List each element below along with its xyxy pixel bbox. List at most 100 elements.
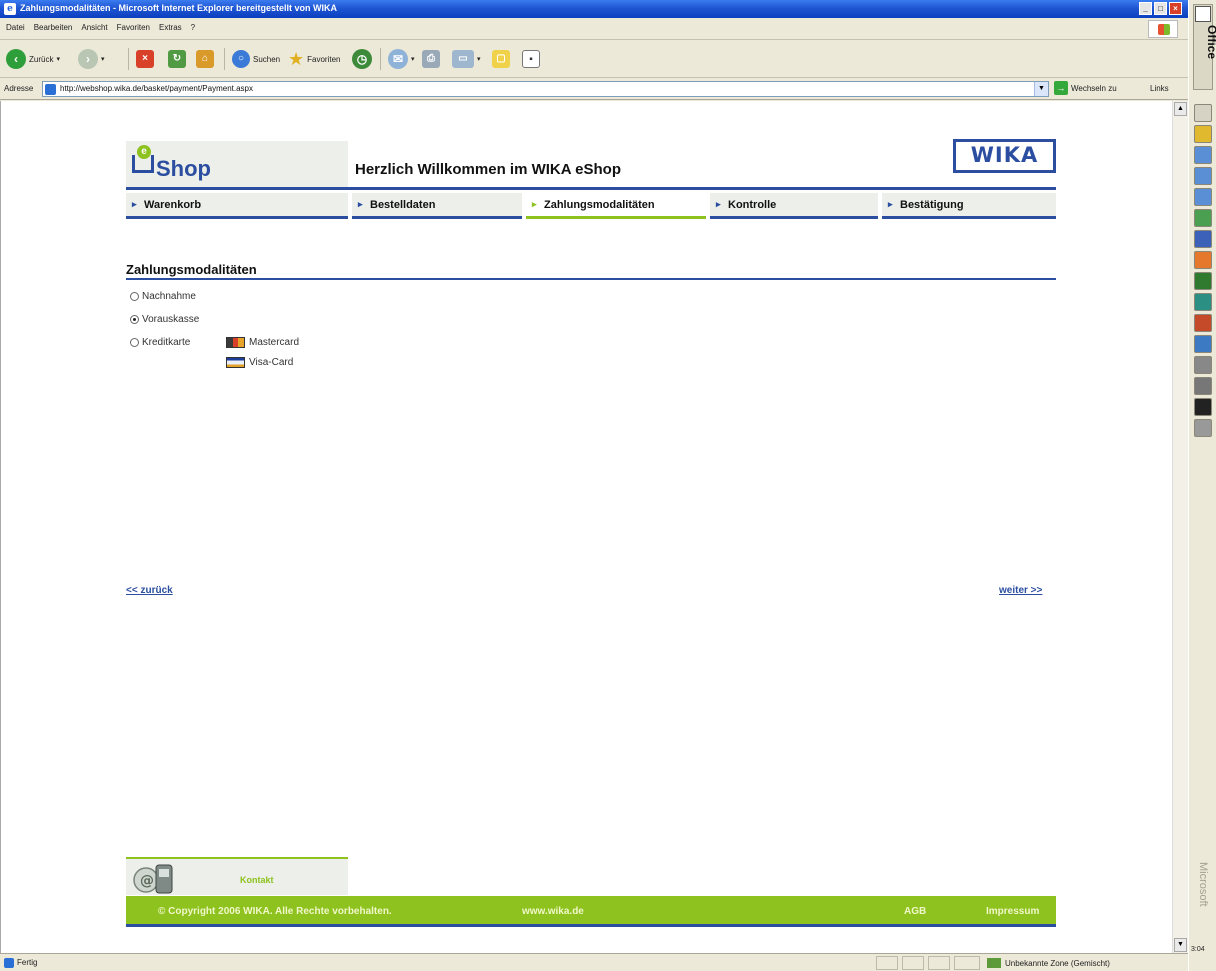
eshop-logo[interactable]: e Shop: [126, 141, 348, 187]
payment-option-nachnahme[interactable]: Nachnahme: [130, 291, 196, 302]
address-input[interactable]: http://webshop.wika.de/basket/payment/Pa…: [42, 81, 1049, 97]
edit-button[interactable]: ▭ ▾: [452, 48, 481, 70]
section-title: Zahlungsmodalitäten: [126, 262, 257, 277]
print-icon: ⎙: [422, 50, 440, 68]
office-logo-icon: [1195, 6, 1211, 22]
office-shortcut-icon[interactable]: [1194, 167, 1212, 185]
home-button[interactable]: ⌂: [196, 48, 214, 70]
office-shortcut-icon[interactable]: [1194, 230, 1212, 248]
radio-kreditkarte[interactable]: [130, 338, 139, 347]
go-arrow-icon: →: [1054, 81, 1068, 95]
office-shortcut-icon[interactable]: [1194, 314, 1212, 332]
refresh-button[interactable]: ↻: [168, 48, 186, 70]
step-label: Bestelldaten: [370, 199, 436, 211]
step-kontrolle[interactable]: ▸ Kontrolle: [710, 193, 878, 219]
payment-option-kreditkarte[interactable]: Kreditkarte: [130, 337, 190, 348]
step-bullet-icon: ▸: [716, 199, 721, 209]
next-link[interactable]: weiter >>: [999, 585, 1042, 596]
office-shortcut-icon[interactable]: [1194, 293, 1212, 311]
menu-favoriten[interactable]: Favoriten: [117, 23, 150, 32]
security-zone[interactable]: Unbekannte Zone (Gemischt): [987, 958, 1110, 968]
step-bestelldaten[interactable]: ▸ Bestelldaten: [352, 193, 522, 219]
menu-extras[interactable]: Extras: [159, 23, 182, 32]
discuss-button[interactable]: ▢: [492, 48, 510, 70]
radio-vorauskasse[interactable]: [130, 315, 139, 324]
address-dropdown-icon[interactable]: ▼: [1034, 82, 1048, 96]
menu-ansicht[interactable]: Ansicht: [81, 23, 107, 32]
office-bar-title[interactable]: Office: [1193, 4, 1216, 90]
mail-dropdown-icon[interactable]: ▾: [411, 55, 415, 63]
window-titlebar: e Zahlungsmodalitäten - Microsoft Intern…: [0, 0, 1188, 18]
back-button[interactable]: ‹ Zurück ▾: [6, 48, 60, 70]
forward-button[interactable]: › ▾: [78, 48, 105, 70]
payment-option-label: Kreditkarte: [142, 337, 191, 348]
edit-dropdown-icon[interactable]: ▾: [477, 55, 481, 63]
office-shortcut-icon[interactable]: [1194, 146, 1212, 164]
footer-website-link[interactable]: www.wika.de: [522, 906, 584, 917]
minimize-button[interactable]: _: [1139, 2, 1152, 15]
search-label: Suchen: [253, 54, 281, 64]
office-shortcut-icon[interactable]: [1194, 272, 1212, 290]
system-clock: 3:04: [1191, 946, 1205, 953]
messenger-button[interactable]: ▪: [522, 48, 540, 70]
page-icon: [45, 84, 56, 95]
stop-button[interactable]: ×: [136, 48, 154, 70]
office-shortcut-icon[interactable]: [1194, 335, 1212, 353]
back-link[interactable]: << zurück: [126, 585, 173, 596]
payment-option-vorauskasse[interactable]: Vorauskasse: [130, 314, 199, 325]
kontakt-box[interactable]: @ Kontakt: [126, 857, 348, 895]
forward-dropdown-icon[interactable]: ▾: [101, 55, 105, 63]
office-shortcut-icon[interactable]: [1194, 104, 1212, 122]
window-title: Zahlungsmodalitäten - Microsoft Internet…: [20, 3, 338, 13]
favorites-star-icon: ★: [288, 48, 305, 69]
refresh-icon: ↻: [168, 50, 186, 68]
office-shortcut-icon[interactable]: [1194, 356, 1212, 374]
back-label: Zurück: [29, 54, 54, 64]
step-warenkorb[interactable]: ▸ Warenkorb: [126, 193, 348, 219]
contact-phone-icon: @: [133, 864, 173, 894]
radio-nachnahme[interactable]: [130, 292, 139, 301]
card-label: Mastercard: [249, 337, 300, 348]
scroll-down-icon[interactable]: ▼: [1174, 938, 1187, 952]
print-button[interactable]: ⎙: [422, 48, 440, 70]
scroll-up-icon[interactable]: ▲: [1174, 102, 1187, 116]
mail-icon: ✉: [388, 49, 408, 69]
go-button[interactable]: → Wechseln zu: [1054, 81, 1117, 95]
windows-logo-icon: [1148, 20, 1178, 38]
favorites-button[interactable]: ★ Favoriten: [288, 48, 341, 70]
office-shortcut-bar: Office Microsoft 3:04: [1188, 0, 1216, 971]
menu-help[interactable]: ?: [191, 23, 195, 32]
step-bestaetigung[interactable]: ▸ Bestätigung: [882, 193, 1056, 219]
office-shortcut-icon[interactable]: [1194, 419, 1212, 437]
step-zahlungsmodalitaeten[interactable]: ▸ Zahlungsmodalitäten: [526, 193, 706, 219]
office-shortcut-icon[interactable]: [1194, 398, 1212, 416]
office-shortcut-icon[interactable]: [1194, 209, 1212, 227]
history-button[interactable]: ◷: [352, 48, 372, 70]
search-button[interactable]: ○ Suchen: [232, 48, 280, 70]
back-dropdown-icon[interactable]: ▾: [56, 55, 60, 63]
menu-datei[interactable]: Datei: [6, 23, 25, 32]
vertical-scrollbar[interactable]: ▲ ▼: [1172, 101, 1188, 953]
office-shortcut-icon[interactable]: [1194, 251, 1212, 269]
window-controls: _ □ ×: [1139, 2, 1182, 15]
status-bar: Fertig Unbekannte Zone (Gemischt): [0, 953, 1188, 971]
mail-button[interactable]: ✉ ▾: [388, 48, 415, 70]
footer-impressum-link[interactable]: Impressum: [986, 906, 1039, 917]
wika-logo[interactable]: WIKA: [953, 139, 1056, 173]
links-button[interactable]: Links: [1150, 84, 1169, 93]
address-url[interactable]: http://webshop.wika.de/basket/payment/Pa…: [60, 84, 253, 93]
menu-bearbeiten[interactable]: Bearbeiten: [34, 23, 73, 32]
office-shortcut-icon[interactable]: [1194, 125, 1212, 143]
office-shortcut-icon[interactable]: [1194, 377, 1212, 395]
close-button[interactable]: ×: [1169, 2, 1182, 15]
page-done-icon: [4, 958, 14, 968]
search-icon: ○: [232, 50, 250, 68]
step-label: Bestätigung: [900, 199, 964, 211]
step-label: Warenkorb: [144, 199, 202, 211]
edit-icon: ▭: [452, 50, 474, 68]
welcome-heading: Herzlich Willkommen im WIKA eShop: [355, 161, 622, 178]
footer-agb-link[interactable]: AGB: [904, 906, 926, 917]
payment-option-label: Nachnahme: [142, 291, 196, 302]
maximize-button[interactable]: □: [1154, 2, 1167, 15]
office-shortcut-icon[interactable]: [1194, 188, 1212, 206]
